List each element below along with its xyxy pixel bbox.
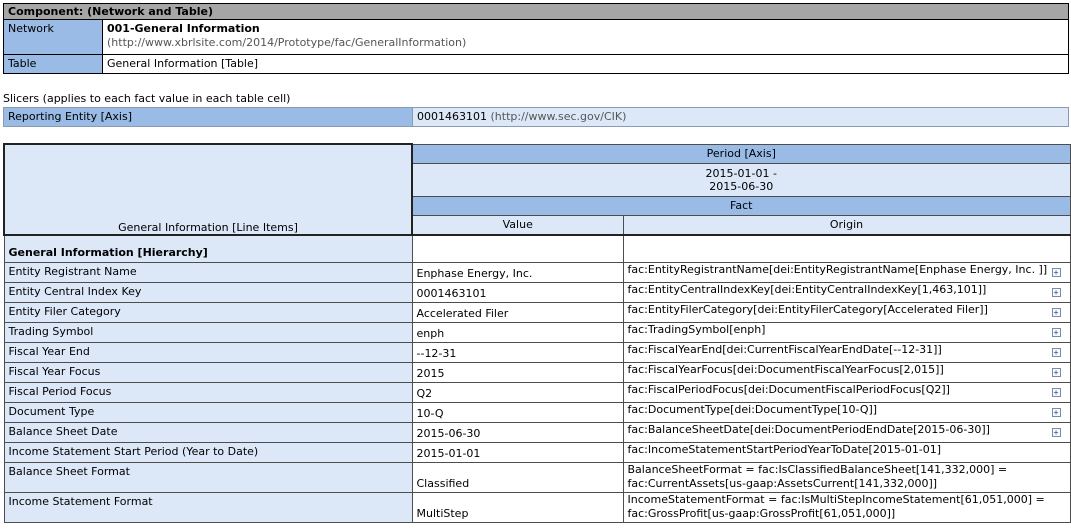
table-row: Trading Symbol enph fac:TradingSymbol[enph…: [3, 321, 1071, 343]
row-origin: BalanceSheetFormat = fac:IsClassifiedBal…: [622, 461, 1071, 493]
table-row: Entity Registrant Name Enphase Energy, In…: [3, 261, 1071, 283]
row-value: MultiStep: [411, 491, 624, 523]
row-origin: fac:EntityCentralIndexKey[dei:EntityCent…: [622, 281, 1071, 303]
fact-grid: General Information [Line Items] Period …: [3, 143, 1071, 523]
row-label: Fiscal Period Focus: [3, 381, 413, 403]
row-value: --12-31: [411, 341, 624, 363]
slicer-value-uri: (http://www.sec.gov/CIK): [490, 110, 627, 123]
network-cell: 001-General Information (http://www.xbrl…: [102, 19, 1069, 55]
table-row: Document Type 10-Q fac:DocumentType[dei:Do…: [3, 401, 1071, 423]
table-row: Balance Sheet Date 2015-06-30 fac:BalanceS…: [3, 421, 1071, 443]
expand-plus-icon[interactable]: +: [1051, 267, 1061, 277]
network-name: 001-General Information: [107, 22, 260, 35]
line-items-label: General Information [Line Items]: [118, 220, 298, 234]
period-end: 2015-06-30: [709, 179, 774, 193]
row-label: Entity Registrant Name: [3, 261, 413, 283]
component-header: Component: (Network and Table): [3, 3, 1069, 20]
row-origin: fac:TradingSymbol[enph] +: [622, 321, 1071, 343]
row-origin: IncomeStatementFormat = fac:IsMultiStepI…: [622, 491, 1071, 523]
origin-text: fac:EntityFilerCategory[dei:EntityFilerC…: [627, 302, 988, 316]
slicers-caption: Slicers (applies to each fact value in e…: [3, 92, 291, 105]
row-origin: fac:EntityRegistrantName[dei:EntityRegis…: [622, 261, 1071, 283]
table-row: Income Statement Format MultiStep IncomeSt…: [3, 491, 1071, 523]
origin-text: fac:FiscalYearFocus[dei:DocumentFiscalYe…: [627, 362, 944, 376]
row-origin: fac:FiscalYearFocus[dei:DocumentFiscalYe…: [622, 361, 1071, 383]
row-value: 2015-01-01: [411, 441, 624, 463]
row-label: Balance Sheet Format: [3, 461, 413, 493]
origin-text: fac:BalanceSheetDate[dei:DocumentPeriodE…: [627, 422, 990, 436]
network-uri: (http://www.xbrlsite.com/2014/Prototype/…: [107, 36, 467, 49]
origin-line-2: fac:GrossProfit[us-gaap:GrossProfit[61,0…: [627, 506, 896, 520]
origin-line-1: IncomeStatementFormat = fac:IsMultiStepI…: [627, 492, 1045, 506]
row-value: Accelerated Filer: [411, 301, 624, 323]
slicer-table: Reporting Entity [Axis] 0001463101 (http…: [3, 107, 1069, 127]
origin-text: fac:IncomeStatementStartPeriodYearToDate…: [627, 442, 942, 456]
row-label: Balance Sheet Date: [3, 421, 413, 443]
slicer-axis: Reporting Entity [Axis]: [3, 107, 413, 127]
row-origin: fac:IncomeStatementStartPeriodYearToDate…: [622, 441, 1071, 463]
row-value: 0001463101: [411, 281, 624, 303]
row-origin: fac:FiscalYearEnd[dei:CurrentFiscalYearE…: [622, 341, 1071, 363]
fact-header: Fact: [411, 195, 1071, 216]
row-label: Fiscal Year Focus: [3, 361, 413, 383]
row-origin: fac:FiscalPeriodFocus[dei:DocumentFiscal…: [622, 381, 1071, 403]
component-table: Component: (Network and Table) Network 0…: [3, 3, 1069, 74]
row-value: Classified: [411, 461, 624, 493]
row-value: enph: [411, 321, 624, 343]
line-items-header: General Information [Line Items]: [3, 143, 413, 236]
row-origin: fac:BalanceSheetDate[dei:DocumentPeriodE…: [622, 421, 1071, 443]
row-value: 10-Q: [411, 401, 624, 423]
table-row: Fiscal Period Focus Q2 fac:FiscalPeriodFoc…: [3, 381, 1071, 403]
row-value: 2015: [411, 361, 624, 383]
row-value: 2015-06-30: [411, 421, 624, 443]
row-value: Q2: [411, 381, 624, 403]
period-start: 2015-01-01 -: [705, 166, 777, 180]
origin-column-header: Origin: [622, 214, 1071, 235]
origin-line-1: BalanceSheetFormat = fac:IsClassifiedBal…: [627, 462, 1008, 476]
expand-plus-icon[interactable]: +: [1051, 407, 1061, 417]
expand-plus-icon[interactable]: +: [1051, 387, 1061, 397]
hierarchy-value-blank: [411, 233, 624, 263]
origin-text: fac:TradingSymbol[enph]: [627, 322, 766, 336]
expand-plus-icon[interactable]: +: [1051, 427, 1061, 437]
row-label: Income Statement Start Period (Year to D…: [3, 441, 413, 463]
row-origin: fac:EntityFilerCategory[dei:EntityFilerC…: [622, 301, 1071, 323]
row-label: Income Statement Format: [3, 491, 413, 523]
period-header: 2015-01-01 - 2015-06-30: [411, 162, 1071, 197]
table-row: Fiscal Year Focus 2015 fac:FiscalYearFocus…: [3, 361, 1071, 383]
origin-text: fac:FiscalYearEnd[dei:CurrentFiscalYearE…: [627, 342, 942, 356]
row-origin: fac:DocumentType[dei:DocumentType[10-Q]]…: [622, 401, 1071, 423]
row-label: Entity Filer Category: [3, 301, 413, 323]
hierarchy-label: General Information [Hierarchy]: [3, 233, 413, 263]
row-label: Trading Symbol: [3, 321, 413, 343]
network-label: Network: [3, 19, 103, 55]
origin-text: fac:DocumentType[dei:DocumentType[10-Q]]: [627, 402, 878, 416]
table-name: General Information [Table]: [102, 54, 1069, 74]
value-column-header: Value: [411, 214, 624, 235]
table-row: Fiscal Year End --12-31 fac:FiscalYearEnd[…: [3, 341, 1071, 363]
expand-plus-icon[interactable]: +: [1051, 307, 1061, 317]
slicer-value: 0001463101: [417, 110, 487, 123]
expand-plus-icon[interactable]: +: [1051, 327, 1061, 337]
table-row: Entity Central Index Key 0001463101 fac:En…: [3, 281, 1071, 303]
expand-plus-icon[interactable]: +: [1051, 347, 1061, 357]
slicer-value-cell: 0001463101 (http://www.sec.gov/CIK): [412, 107, 1069, 127]
expand-plus-icon[interactable]: +: [1051, 367, 1061, 377]
table-row: Balance Sheet Format Classified BalanceShe…: [3, 461, 1071, 493]
row-label: Fiscal Year End: [3, 341, 413, 363]
origin-text: fac:FiscalPeriodFocus[dei:DocumentFiscal…: [627, 382, 950, 396]
table-label: Table: [3, 54, 103, 74]
row-label: Entity Central Index Key: [3, 281, 413, 303]
origin-text: fac:EntityRegistrantName[dei:EntityRegis…: [627, 262, 1048, 276]
origin-text: fac:EntityCentralIndexKey[dei:EntityCent…: [627, 282, 987, 296]
table-row: Income Statement Start Period (Year to D…: [3, 441, 1071, 463]
hierarchy-origin-blank: [622, 233, 1071, 263]
row-value: Enphase Energy, Inc.: [411, 261, 624, 283]
period-axis-header: Period [Axis]: [411, 143, 1071, 164]
origin-line-2: fac:CurrentAssets[us-gaap:AssetsCurrent[…: [627, 476, 938, 490]
expand-plus-icon[interactable]: +: [1051, 287, 1061, 297]
table-row: Entity Filer Category Accelerated Filer fa…: [3, 301, 1071, 323]
row-label: Document Type: [3, 401, 413, 423]
